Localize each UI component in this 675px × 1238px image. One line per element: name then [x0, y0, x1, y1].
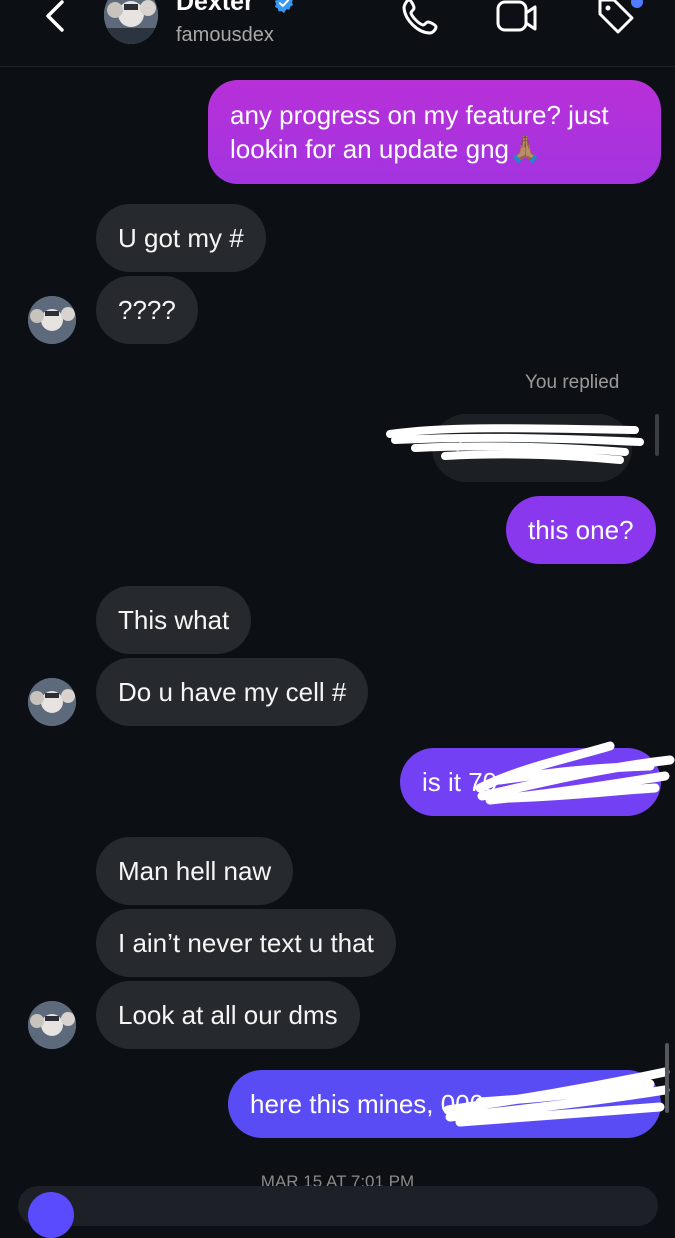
message-text: Look at all our dms — [118, 1000, 338, 1030]
received-message[interactable]: ???? — [96, 276, 198, 344]
camera-button[interactable] — [28, 1192, 74, 1238]
message-composer[interactable] — [18, 1186, 658, 1226]
message-text: here this mines, 000 — [250, 1089, 485, 1119]
received-message[interactable]: Look at all our dms — [96, 981, 360, 1049]
quoted-text: 7 — [452, 432, 466, 459]
verified-badge-icon — [274, 0, 294, 14]
sent-message[interactable]: any progress on my feature? just lookin … — [208, 80, 661, 184]
message-text: I ain’t never text u that — [118, 928, 374, 958]
message-text: this one? — [528, 515, 634, 545]
avatar[interactable] — [28, 1001, 76, 1049]
message-text: any progress on my feature? just — [230, 100, 609, 130]
message-text: U got my # — [118, 223, 244, 253]
tag-icon[interactable] — [594, 0, 638, 40]
avatar[interactable] — [104, 0, 158, 44]
back-chevron-icon[interactable] — [40, 0, 72, 38]
you-replied-label: You replied — [525, 372, 620, 393]
reply-indicator-bar — [655, 414, 659, 456]
message-text: This what — [118, 605, 230, 635]
chat-header: Dexter famousdex — [0, 0, 675, 67]
scrollbar[interactable] — [665, 1043, 669, 1113]
message-text: Man hell naw — [118, 856, 272, 886]
received-message[interactable]: I ain’t never text u that — [96, 909, 396, 977]
received-message[interactable]: Man hell naw — [96, 837, 294, 905]
received-message[interactable]: Do u have my cell # — [96, 658, 369, 726]
message-text: is it 70 — [422, 767, 498, 797]
received-message[interactable]: U got my # — [96, 204, 266, 272]
message-text: ???? — [118, 295, 176, 325]
message-text: lookin for an update gng🙏🏽 — [230, 134, 542, 164]
contact-username[interactable]: famousdex — [176, 24, 274, 47]
received-message[interactable]: This what — [96, 586, 252, 654]
phone-icon[interactable] — [400, 0, 444, 40]
sent-message[interactable]: this one? — [506, 496, 656, 564]
sent-message[interactable]: here this mines, 000 — [228, 1070, 661, 1138]
sent-message[interactable]: is it 70 — [400, 748, 661, 816]
notification-dot — [631, 0, 643, 8]
quoted-message[interactable]: 7 — [432, 414, 632, 482]
avatar[interactable] — [28, 296, 76, 344]
avatar[interactable] — [28, 678, 76, 726]
contact-name[interactable]: Dexter — [176, 0, 254, 17]
video-camera-icon[interactable] — [495, 0, 539, 40]
message-text: Do u have my cell # — [118, 677, 347, 707]
